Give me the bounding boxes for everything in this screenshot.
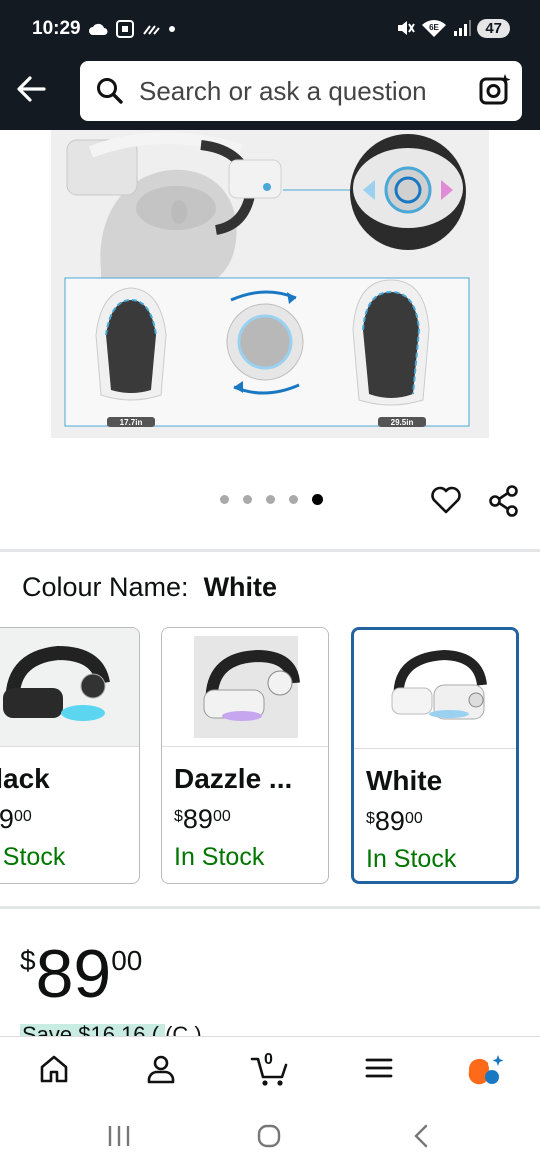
recent-apps-button[interactable] (106, 1124, 132, 1153)
svg-text:29.5in: 29.5in (391, 418, 414, 427)
rufus-assistant-icon (468, 1055, 504, 1085)
section-divider (0, 906, 540, 909)
variant-card-dazzle[interactable]: Dazzle ... $8900 In Stock (161, 627, 329, 884)
status-bar: 10:29 6E 47 (0, 0, 540, 60)
dot-icon (169, 26, 175, 32)
recent-apps-icon (108, 1126, 130, 1146)
home-system-button[interactable] (256, 1124, 282, 1153)
variant-image (162, 628, 328, 747)
variant-name: Dazzle ... (174, 763, 293, 794)
search-box[interactable]: Search or ask a question (80, 61, 522, 121)
svg-text:17.7in: 17.7in (120, 418, 143, 427)
cloud-icon (89, 23, 108, 35)
share-button[interactable] (487, 484, 521, 523)
home-circle-icon (257, 1124, 281, 1148)
carousel-dot[interactable] (289, 495, 298, 504)
variant-card-white[interactable]: White $8900 In Stock (351, 627, 519, 884)
screenshot-icon (116, 20, 134, 38)
variant-price: $8900 (174, 804, 231, 834)
bottom-navigation: 0 (0, 1036, 540, 1103)
image-carousel-dots (220, 494, 323, 505)
svg-text:6E: 6E (429, 23, 439, 32)
back-system-button[interactable] (410, 1124, 434, 1153)
price-fraction: 00 (111, 945, 143, 976)
colour-label-text: Colour Name: (22, 572, 189, 602)
menu-icon (365, 1058, 393, 1078)
status-time: 10:29 (32, 18, 81, 39)
dazzle-strap-thumbnail (194, 636, 300, 738)
savings-line-partial: Save $16.16 ( (C ) (20, 1022, 320, 1036)
nav-account[interactable] (145, 1053, 177, 1090)
search-icon (97, 78, 123, 104)
variant-name: White (366, 765, 443, 796)
battery-indicator: 47 (477, 18, 510, 38)
carousel-dot-active[interactable] (312, 494, 323, 505)
share-icon (489, 485, 518, 517)
mute-icon (398, 21, 416, 35)
app-header: Search or ask a question (0, 60, 540, 130)
wishlist-button[interactable] (430, 484, 462, 521)
black-strap-thumbnail (3, 645, 110, 721)
variant-price: $8900 (0, 804, 32, 834)
wifi-calling-icon (143, 25, 160, 35)
cart-count: 0 (264, 1051, 273, 1068)
colour-selected-value: White (203, 572, 278, 602)
nav-home[interactable] (38, 1053, 70, 1090)
savings-text: Save $16.16 ( (C ) (22, 1022, 202, 1036)
chevron-left-icon (414, 1124, 428, 1148)
variant-name: Black (0, 763, 50, 794)
nav-cart[interactable]: 0 (250, 1051, 290, 1092)
variant-image (0, 628, 139, 747)
signal-icon (454, 20, 472, 36)
carousel-dot[interactable] (243, 495, 252, 504)
variant-stock: In Stock (174, 843, 265, 871)
product-image: 17.7in 29.5in (64, 132, 470, 427)
white-strap-thumbnail (391, 649, 487, 720)
price-whole: 89 (35, 936, 112, 1012)
section-divider (0, 549, 540, 552)
nav-menu[interactable] (364, 1053, 394, 1088)
back-button[interactable] (14, 74, 50, 106)
variant-stock: In Stock (0, 843, 66, 871)
carousel-dot[interactable] (220, 495, 229, 504)
battery-level: 47 (485, 19, 502, 37)
product-image-gallery[interactable]: 17.7in 29.5in (51, 130, 489, 438)
nav-rufus[interactable] (466, 1053, 506, 1092)
camera-search-icon[interactable] (478, 73, 512, 107)
carousel-dot[interactable] (266, 495, 275, 504)
price-symbol: $ (20, 945, 36, 976)
home-icon (40, 1055, 68, 1083)
account-icon (147, 1055, 175, 1084)
status-system-icons: 6E 47 (395, 18, 510, 38)
system-navigation-bar (0, 1102, 540, 1170)
heart-icon (431, 486, 461, 514)
variant-image (354, 630, 516, 749)
status-notification-icons (88, 20, 176, 38)
colour-name-label: Colour Name: White (22, 572, 277, 603)
variant-price: $8900 (366, 806, 423, 836)
variant-card-black[interactable]: Black $8900 In Stock (0, 627, 140, 884)
product-price: $8900 (20, 935, 142, 1013)
variant-stock: In Stock (366, 845, 457, 873)
colour-variant-list: Black $8900 In Stock Dazzle ... $8900 In… (0, 627, 540, 887)
search-input[interactable]: Search or ask a question (139, 76, 427, 107)
wifi-icon: 6E (422, 20, 447, 37)
arrow-left-icon (17, 76, 46, 102)
